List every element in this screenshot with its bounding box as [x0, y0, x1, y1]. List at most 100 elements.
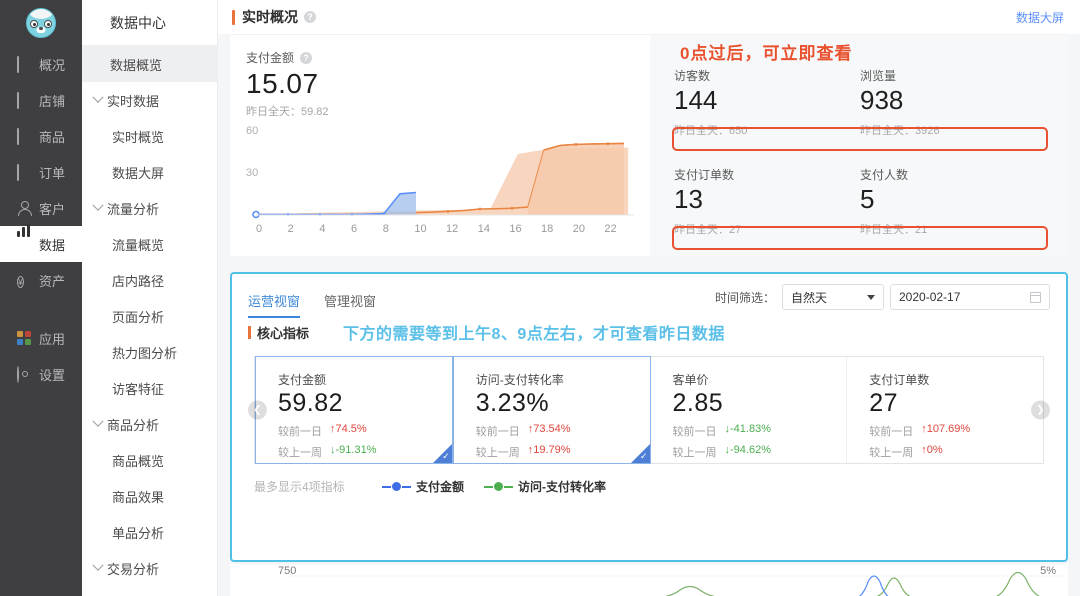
metric-card-payment-amount[interactable]: 支付金额 59.82 较前一日 ↑74.5% 较上一周 ↓-91.31% ✓	[255, 356, 453, 464]
metric-yesterday: 昨日全天：21	[860, 224, 928, 236]
metric-value: 938	[860, 85, 904, 115]
nav-item-transaction-overview[interactable]: 交易概览	[82, 586, 217, 596]
nav-group-traffic[interactable]: 流量分析	[82, 190, 217, 226]
kpi-yesterday: 昨日全天：59.82	[246, 106, 329, 118]
subnav-title: 数据中心	[82, 0, 217, 46]
core-metrics-title: 核心指标	[248, 323, 309, 342]
compare-value: ↓-91.31%	[330, 444, 377, 456]
metric-card-avg-order-value[interactable]: 客单价 2.85 较前一日 ↓-41.83% 较上一周 ↓-94.62%	[651, 357, 848, 463]
nav-group-realtime[interactable]: 实时数据	[82, 82, 217, 118]
metric-name: 浏览量	[860, 69, 897, 83]
nav-item-data-screen[interactable]: 数据大屏	[82, 154, 217, 190]
app-logo[interactable]	[0, 0, 82, 46]
nav-label: 数据概览	[110, 57, 163, 73]
chevron-down-icon	[867, 294, 875, 300]
secondary-sidebar: 数据中心 数据概览 实时数据 实时概览 数据大屏 流量分析 流量概览 店内路径 …	[82, 0, 218, 596]
nav-group-product[interactable]: 商品分析	[82, 406, 217, 442]
sidebar-item-label: 资产	[39, 273, 66, 289]
metric-pageviews: 浏览量 938 昨日全天：3926	[860, 67, 1046, 138]
chart-svg	[252, 142, 634, 219]
card-compare-week: 较上一周 ↑19.79%	[476, 444, 650, 460]
nav-item-product-effect[interactable]: 商品效果	[82, 478, 217, 514]
sidebar-item-label: 订单	[39, 165, 66, 181]
metric-name: 支付订单数	[674, 168, 735, 182]
metric-paid-buyers: 支付人数 5 昨日全天：21	[860, 166, 1046, 237]
nav-item-traffic-overview[interactable]: 流量概览	[82, 226, 217, 262]
metric-yesterday: 昨日全天：650	[674, 125, 748, 137]
tab-management-view[interactable]: 管理视窗	[324, 277, 376, 318]
legend-item-conversion-rate[interactable]: 访问-支付转化率	[484, 478, 606, 495]
compare-value: ↑74.5%	[330, 423, 367, 435]
nav-item-single-product[interactable]: 单品分析	[82, 514, 217, 550]
legend-dash	[382, 485, 391, 488]
chart-x-axis: 0 2 4 6 8 10 12 14 16 18 20 22	[256, 223, 636, 235]
sidebar-item-customer[interactable]: 客户	[0, 190, 82, 226]
sidebar-item-shop[interactable]: 店铺	[0, 82, 82, 118]
data-screen-link[interactable]: 数据大屏	[1016, 9, 1064, 26]
metric-card-paid-orders[interactable]: 支付订单数 27 较前一日 ↑107.69% 较上一周 ↑0%	[847, 357, 1043, 463]
sidebar-item-asset[interactable]: ¥ 资产	[0, 262, 82, 298]
legend-item-payment-amount[interactable]: 支付金额	[382, 478, 464, 495]
legend-label: 支付金额	[416, 480, 465, 494]
x-tick: 6	[351, 223, 358, 235]
nav-item-visitor-profile[interactable]: 访客特征	[82, 370, 217, 406]
order-list-icon	[17, 163, 32, 181]
metric-name: 访客数	[674, 69, 711, 83]
sidebar-item-data[interactable]: 数据	[0, 223, 82, 262]
x-tick: 10	[414, 223, 427, 235]
card-value: 2.85	[672, 389, 724, 417]
peek-left-axis-label: 750	[278, 565, 297, 577]
sidebar-item-settings[interactable]: 设置	[0, 356, 82, 392]
time-granularity-value: 自然天	[791, 290, 828, 305]
nav-item-realtime-overview[interactable]: 实时概览	[82, 118, 217, 154]
tab-operations-view[interactable]: 运营视窗	[248, 277, 301, 318]
x-tick: 22	[604, 223, 617, 235]
compare-label: 较前一日	[672, 426, 717, 438]
x-tick: 14	[477, 223, 490, 235]
date-picker[interactable]: 2020-02-17	[890, 284, 1050, 310]
nav-label: 商品效果	[112, 489, 165, 505]
sidebar-item-label: 数据	[39, 237, 66, 253]
x-tick: 2	[287, 223, 294, 235]
kpi-value: 15.07	[246, 68, 319, 99]
sidebar-item-order[interactable]: 订单	[0, 154, 82, 190]
sidebar-item-overview[interactable]: 概况	[0, 46, 82, 82]
nav-item-page-analysis[interactable]: 页面分析	[82, 298, 217, 334]
compare-label: 较上一周	[869, 447, 914, 459]
operations-panel: 运营视窗 管理视窗 时间筛选： 自然天 2020-02-17 核心指标 下方的需…	[230, 272, 1068, 562]
card-compare-week: 较上一周 ↓-94.62%	[673, 444, 847, 460]
panel-tab-row: 运营视窗 管理视窗 时间筛选： 自然天 2020-02-17	[232, 274, 1066, 320]
card-name: 支付金额	[278, 373, 327, 387]
nav-label: 交易分析	[107, 561, 160, 577]
panel-filters: 时间筛选： 自然天 2020-02-17	[715, 284, 1050, 310]
chevron-left-icon[interactable]: ❮	[248, 400, 267, 420]
nav-item-data-overview[interactable]: 数据概览	[82, 46, 217, 82]
nav-group-transaction[interactable]: 交易分析	[82, 550, 217, 586]
bar-chart-icon	[17, 223, 32, 252]
legend-dot	[392, 482, 401, 491]
card-compare-week: 较上一周 ↓-91.31%	[278, 444, 452, 460]
chart-legend: 最多显示4项指标 支付金额 访问-支付转化率	[232, 464, 1066, 495]
card-value: 3.23%	[475, 389, 550, 417]
chevron-right-icon[interactable]: ❯	[1031, 400, 1050, 420]
legend-dash	[504, 485, 514, 488]
sidebar-item-label: 概况	[39, 57, 66, 73]
card-name: 访问-支付转化率	[475, 373, 564, 387]
sidebar-item-product[interactable]: 商品	[0, 118, 82, 154]
nav-label: 实时数据	[107, 93, 160, 109]
time-granularity-select[interactable]: 自然天	[782, 284, 884, 310]
x-tick: 0	[256, 223, 263, 235]
nav-item-product-overview[interactable]: 商品概览	[82, 442, 217, 478]
section-accent-bar	[248, 325, 251, 339]
metric-visitors: 访客数 144 昨日全天：650	[674, 67, 860, 138]
nav-item-heatmap[interactable]: 热力图分析	[82, 334, 217, 370]
nav-label: 实时概览	[112, 129, 165, 145]
question-mark-icon[interactable]: ?	[304, 11, 316, 23]
metric-card-conversion-rate[interactable]: 访问-支付转化率 3.23% 较前一日 ↑73.54% 较上一周 ↑19.79%…	[452, 356, 651, 464]
x-tick: 16	[509, 223, 522, 235]
sidebar-item-apps[interactable]: 应用	[0, 320, 82, 356]
nav-item-instore-path[interactable]: 店内路径	[82, 262, 217, 298]
check-icon: ✓	[639, 451, 648, 461]
compare-value: ↓-41.83%	[724, 423, 771, 435]
info-icon[interactable]: ?	[300, 51, 313, 64]
